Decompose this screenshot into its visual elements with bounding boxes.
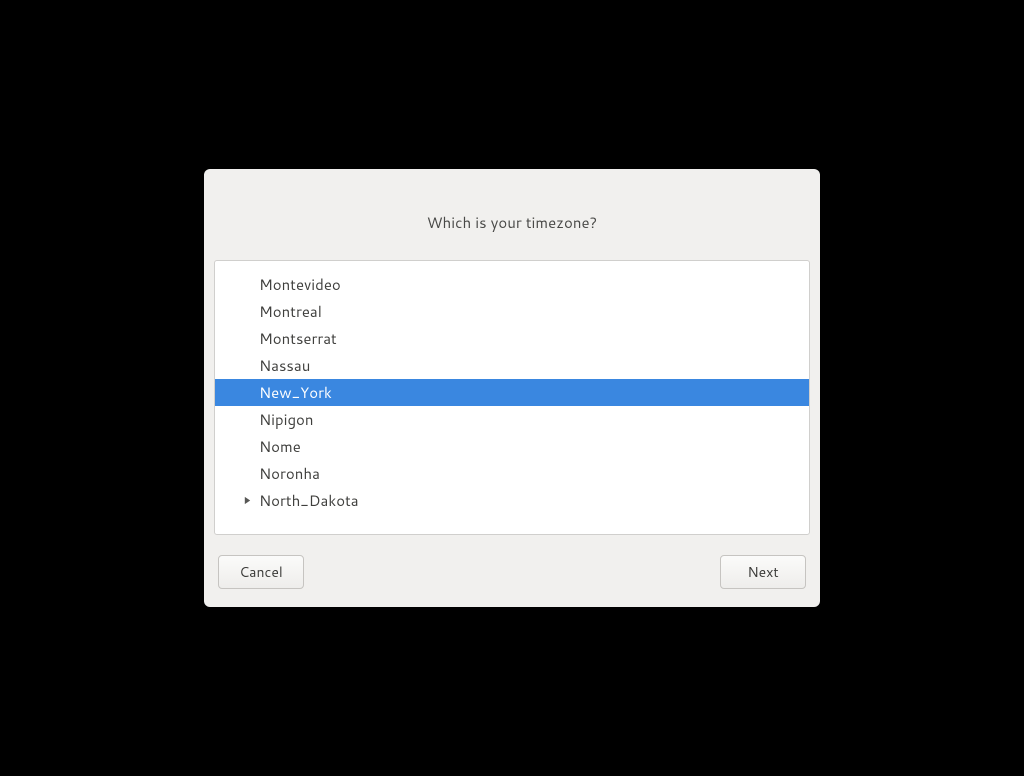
list-item-label: Montserrat — [259, 328, 337, 349]
list-item-expandable[interactable]: North_Dakota — [215, 487, 809, 514]
list-item[interactable]: Nipigon — [215, 406, 809, 433]
next-button[interactable]: Next — [720, 555, 806, 589]
list-item-label: Montreal — [259, 301, 322, 322]
list-item-label: Nipigon — [259, 409, 314, 430]
list-item-label: Noronha — [259, 463, 320, 484]
list-item-label: North_Dakota — [259, 490, 359, 511]
list-item-label: Montevideo — [259, 274, 341, 295]
dialog-header: Which is your timezone? — [204, 169, 820, 260]
chevron-right-icon — [239, 496, 255, 505]
timezone-listbox-wrapper: Montevideo Montreal Montserrat Nassau Ne… — [214, 260, 810, 535]
dialog-title: Which is your timezone? — [427, 212, 598, 233]
dialog-buttons: Cancel Next — [204, 535, 820, 607]
list-item-selected[interactable]: New_York — [215, 379, 809, 406]
list-item[interactable]: Nome — [215, 433, 809, 460]
timezone-dialog: Which is your timezone? Montevideo Montr… — [204, 169, 820, 607]
list-item[interactable] — [215, 261, 809, 271]
list-item[interactable]: Montreal — [215, 298, 809, 325]
list-item[interactable]: Noronha — [215, 460, 809, 487]
cancel-button[interactable]: Cancel — [218, 555, 304, 589]
timezone-listbox[interactable]: Montevideo Montreal Montserrat Nassau Ne… — [215, 261, 809, 534]
list-item[interactable]: Montserrat — [215, 325, 809, 352]
list-item-label: Nassau — [259, 355, 310, 376]
list-item[interactable]: Montevideo — [215, 271, 809, 298]
list-item[interactable]: Nassau — [215, 352, 809, 379]
list-item-label: Nome — [259, 436, 301, 457]
list-item-label: New_York — [259, 382, 332, 403]
